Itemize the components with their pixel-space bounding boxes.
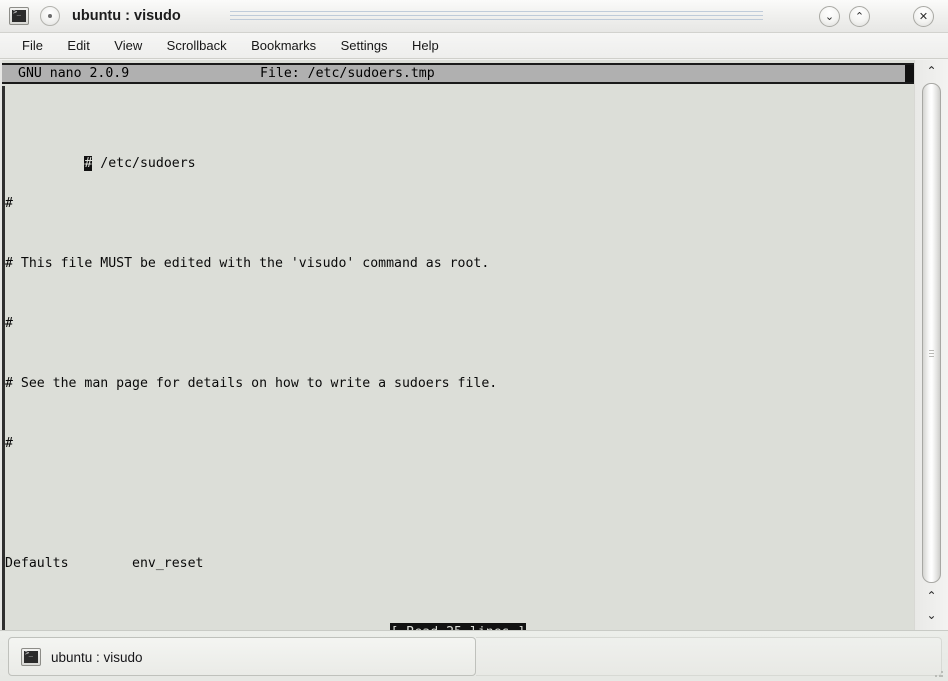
text-line: # [5, 196, 13, 211]
scroll-down-icon[interactable]: ⌄ [920, 606, 943, 625]
status-message: [ Read 25 lines ] [389, 623, 527, 630]
text-line [2, 494, 914, 514]
title-decoration-lines [230, 10, 763, 22]
line-text: /etc/sudoers [92, 156, 196, 171]
window-title: ubuntu : visudo [72, 8, 181, 24]
vertical-scrollbar[interactable]: ⌃ ⌃ ⌄ [914, 60, 948, 630]
menu-bar: File Edit View Scrollback Bookmarks Sett… [0, 33, 948, 59]
nano-version: GNU nano 2.0.9 [18, 66, 130, 81]
resize-grip-icon[interactable] [934, 668, 944, 678]
terminal-icon [21, 648, 41, 666]
title-bar[interactable]: ubuntu : visudo ⌄ ⌃ ✕ [0, 0, 948, 33]
menu-item-edit[interactable]: Edit [57, 33, 99, 59]
menu-item-settings[interactable]: Settings [331, 33, 398, 59]
scroll-up-icon[interactable]: ⌃ [920, 62, 943, 81]
taskbar-empty-area [476, 637, 942, 676]
nano-editor[interactable]: GNU nano 2.0.9 File: /etc/sudoers.tmp # … [2, 60, 914, 630]
header-cursor-block [905, 65, 914, 82]
text-line: # [5, 316, 13, 331]
terminal-area: GNU nano 2.0.9 File: /etc/sudoers.tmp # … [0, 60, 948, 630]
menu-item-bookmarks[interactable]: Bookmarks [241, 33, 326, 59]
menu-item-help[interactable]: Help [402, 33, 449, 59]
close-window-button[interactable]: ✕ [913, 6, 934, 27]
menu-item-view[interactable]: View [104, 33, 152, 59]
menu-item-scrollback[interactable]: Scrollback [157, 33, 237, 59]
maximize-window-button[interactable]: ⌃ [849, 6, 870, 27]
taskbar: ubuntu : visudo [0, 630, 948, 681]
shade-window-button[interactable]: ⌄ [819, 6, 840, 27]
menu-item-file[interactable]: File [12, 33, 53, 59]
terminal-window: ubuntu : visudo ⌄ ⌃ ✕ File Edit View Scr… [0, 0, 948, 630]
scrollbar-thumb[interactable] [922, 83, 941, 583]
text-line: # This file MUST be edited with the 'vis… [5, 256, 490, 271]
terminal-icon [9, 7, 29, 25]
scrollbar-grip [929, 350, 934, 358]
nano-title-bar: GNU nano 2.0.9 File: /etc/sudoers.tmp [2, 63, 914, 84]
pin-icon[interactable] [40, 6, 60, 26]
text-line: # /etc/sudoers [2, 134, 914, 171]
nano-text-body[interactable]: # /etc/sudoers # # This file MUST be edi… [2, 94, 914, 630]
taskbar-window-label: ubuntu : visudo [51, 650, 143, 665]
text-line: # [5, 436, 13, 451]
text-line: Defaults env_reset [5, 556, 204, 571]
nano-file-name: File: /etc/sudoers.tmp [260, 66, 435, 81]
text-line: # See the man page for details on how to… [5, 376, 498, 391]
scroll-up-icon-bottom[interactable]: ⌃ [920, 587, 943, 606]
nano-status-bar: [ Read 25 lines ] [2, 623, 914, 630]
taskbar-window-button[interactable]: ubuntu : visudo [8, 637, 476, 676]
